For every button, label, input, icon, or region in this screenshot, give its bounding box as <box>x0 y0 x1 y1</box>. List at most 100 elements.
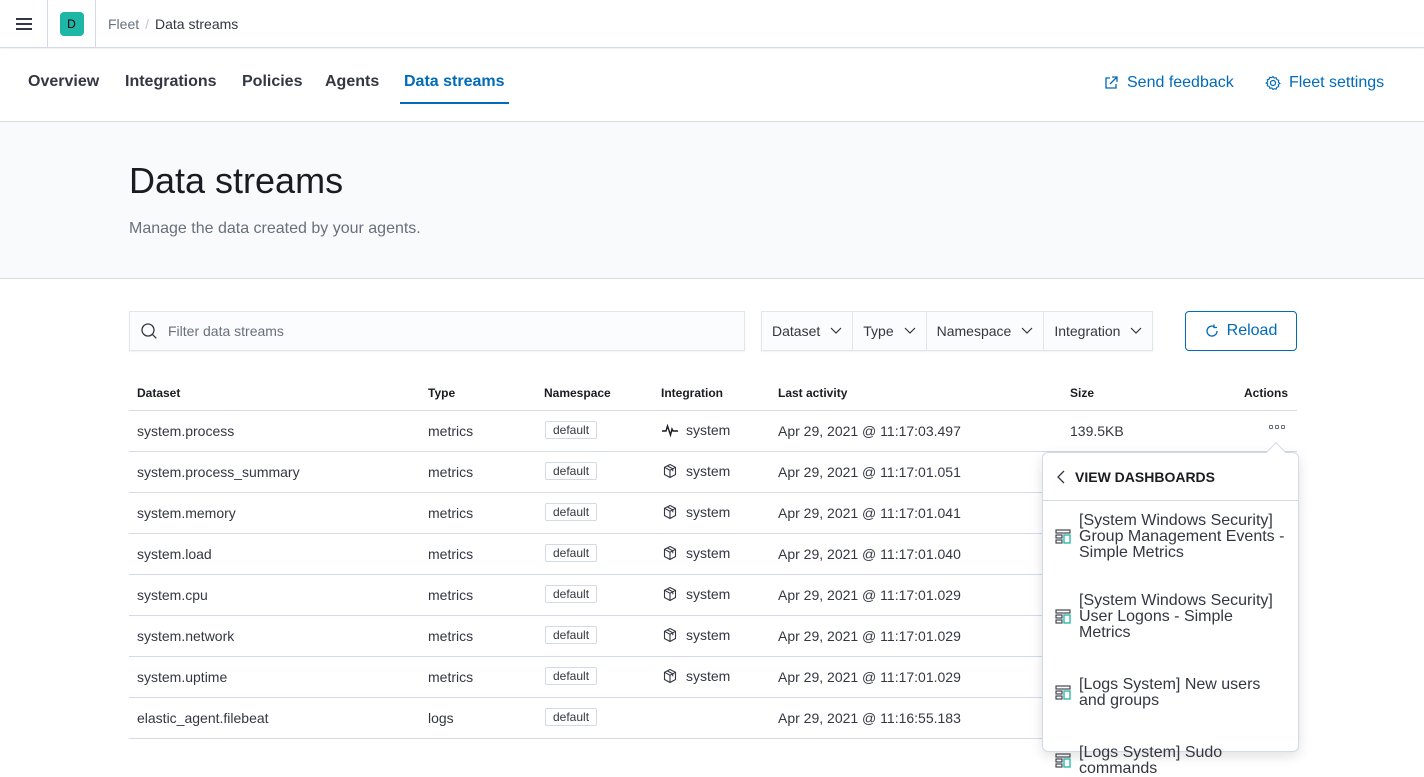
fleet-settings-button[interactable]: Fleet settings <box>1265 74 1384 92</box>
integration-name: system <box>686 463 731 479</box>
send-feedback-label: Send feedback <box>1127 74 1234 91</box>
tab-integrations[interactable]: Integrations <box>125 73 217 104</box>
menu-button[interactable] <box>0 0 48 48</box>
integration-cell: system <box>662 668 730 684</box>
dataset-cell: system.uptime <box>137 669 228 685</box>
dashboards-popover: VIEW DASHBOARDS [System Windows Security… <box>1042 442 1299 777</box>
dataset-cell: system.cpu <box>137 587 208 603</box>
dashboard-icon <box>1055 609 1071 625</box>
last-activity-cell: Apr 29, 2021 @ 11:16:55.183 <box>778 710 961 726</box>
search-input[interactable] <box>168 323 728 339</box>
dashboard-icon <box>1055 529 1071 545</box>
last-activity-cell: Apr 29, 2021 @ 11:17:01.029 <box>778 587 961 603</box>
popover-back-button[interactable]: VIEW DASHBOARDS <box>1043 453 1298 501</box>
gear-icon <box>1265 75 1281 91</box>
last-activity-cell: Apr 29, 2021 @ 11:17:01.041 <box>778 505 961 521</box>
send-feedback-link[interactable]: Send feedback <box>1103 74 1234 92</box>
integration-cell: system <box>662 463 730 479</box>
integration-cell: system <box>662 422 730 438</box>
breadcrumb-fleet[interactable]: Fleet <box>108 16 139 32</box>
package-icon <box>662 627 678 643</box>
type-cell: metrics <box>428 669 474 685</box>
space-avatar[interactable]: D <box>59 11 84 36</box>
namespace-badge: default <box>545 708 598 726</box>
dashboard-icon <box>1055 753 1071 769</box>
dashboard-menu-item[interactable]: [Logs System] New users and groups <box>1043 657 1298 725</box>
page-description: Manage the data created by your agents. <box>129 220 421 237</box>
integration-cell: system <box>662 504 730 520</box>
last-activity-cell: Apr 29, 2021 @ 11:17:01.029 <box>778 628 961 644</box>
column-header-dataset[interactable]: Dataset <box>137 386 180 400</box>
column-header-namespace[interactable]: Namespace <box>544 386 611 400</box>
last-activity-cell: Apr 29, 2021 @ 11:17:01.040 <box>778 546 961 562</box>
filter-type-label: Type <box>863 323 894 339</box>
namespace-badge: default <box>545 667 598 685</box>
namespace-badge: default <box>545 626 598 644</box>
search-field <box>129 311 745 351</box>
package-icon <box>662 545 678 561</box>
dot <box>1269 425 1273 429</box>
filter-integration[interactable]: Integration <box>1044 312 1152 350</box>
namespace-badge: default <box>545 462 598 480</box>
type-cell: metrics <box>428 464 474 480</box>
breadcrumb: Fleet / Data streams <box>96 16 238 32</box>
integration-name: system <box>686 627 731 643</box>
dashboard-label: [System Windows Security] Group Manageme… <box>1079 512 1285 561</box>
dashboard-label: [System Windows Security] User Logons - … <box>1079 592 1273 641</box>
dashboard-label: [Logs System] Sudo commands <box>1079 744 1223 777</box>
type-cell: metrics <box>428 587 474 603</box>
last-activity-cell: Apr 29, 2021 @ 11:17:03.497 <box>778 423 961 439</box>
integration-cell: system <box>662 627 730 643</box>
dataset-cell: elastic_agent.filebeat <box>137 710 269 726</box>
type-cell: metrics <box>428 628 474 644</box>
type-cell: metrics <box>428 423 474 439</box>
reload-button[interactable]: Reload <box>1185 311 1297 351</box>
tabs-bar: Overview Integrations Policies Agents Da… <box>0 49 1424 122</box>
page-title: Data streams <box>129 160 344 201</box>
tab-data-streams[interactable]: Data streams <box>400 73 509 104</box>
tab-overview[interactable]: Overview <box>28 73 99 104</box>
last-activity-cell: Apr 29, 2021 @ 11:17:01.029 <box>778 669 961 685</box>
popover-title: VIEW DASHBOARDS <box>1075 468 1216 485</box>
filter-namespace[interactable]: Namespace <box>927 312 1045 350</box>
chevron-left-icon <box>1057 470 1065 483</box>
column-header-last-activity[interactable]: Last activity <box>778 386 847 400</box>
refresh-icon <box>1206 324 1218 337</box>
breadcrumb-current: Data streams <box>155 15 239 32</box>
namespace-badge: default <box>545 544 598 562</box>
top-header: D Fleet / Data streams <box>0 0 1424 48</box>
row-actions-button[interactable] <box>1269 425 1285 429</box>
dashboard-menu-item[interactable]: [System Windows Security] User Logons - … <box>1043 573 1298 657</box>
column-header-type[interactable]: Type <box>428 386 455 400</box>
filter-dataset[interactable]: Dataset <box>762 312 854 350</box>
chevron-down-icon <box>1131 327 1142 334</box>
dataset-cell: system.network <box>137 628 235 644</box>
column-header-actions: Actions <box>1243 386 1288 400</box>
package-icon <box>662 668 678 684</box>
filter-dataset-label: Dataset <box>772 323 821 339</box>
filter-namespace-label: Namespace <box>936 323 1012 339</box>
activity-icon <box>662 422 678 438</box>
dashboard-icon <box>1055 685 1071 701</box>
dataset-cell: system.load <box>137 546 212 562</box>
integration-cell: system <box>662 586 730 602</box>
integration-name: system <box>686 668 731 684</box>
column-header-size[interactable]: Size <box>1070 386 1094 400</box>
tab-policies[interactable]: Policies <box>242 73 302 104</box>
chevron-down-icon <box>830 327 842 334</box>
filter-type[interactable]: Type <box>853 312 927 350</box>
namespace-badge: default <box>545 585 598 603</box>
integration-name: system <box>686 545 731 561</box>
dot <box>1275 425 1279 429</box>
type-cell: logs <box>428 710 454 726</box>
table-header: Dataset Type Namespace Integration Last … <box>129 375 1297 411</box>
tab-agents[interactable]: Agents <box>325 73 379 104</box>
dashboard-menu-item[interactable]: [System Windows Security] Group Manageme… <box>1043 501 1298 573</box>
type-cell: metrics <box>428 505 474 521</box>
column-header-integration[interactable]: Integration <box>661 386 723 400</box>
integration-name: system <box>686 422 731 438</box>
table-row: system.process metrics default system Apr 29… <box>129 411 1297 452</box>
integration-name: system <box>686 586 731 602</box>
chevron-down-icon <box>904 327 916 334</box>
dashboard-menu-item[interactable]: [Logs System] Sudo commands <box>1043 725 1298 777</box>
